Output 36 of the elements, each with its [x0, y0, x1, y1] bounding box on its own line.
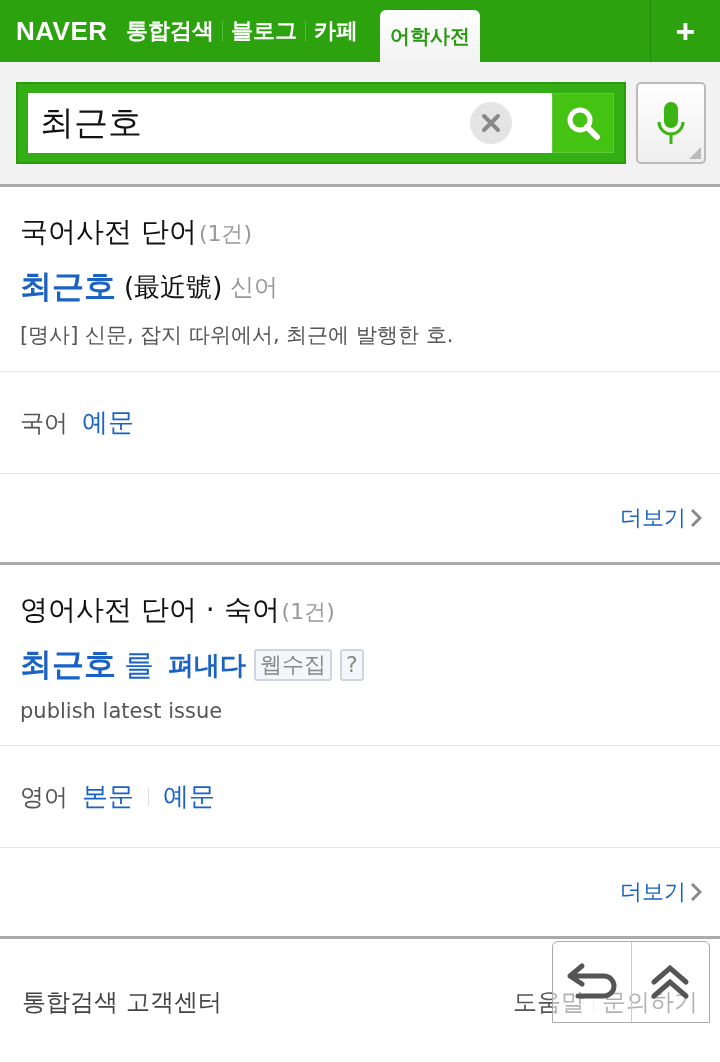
source-badge[interactable]: ? — [340, 649, 364, 681]
chevron-right-icon — [690, 882, 702, 902]
language-label: 영어 — [20, 781, 68, 813]
corner-triangle-icon — [689, 147, 701, 159]
microphone-icon — [655, 100, 687, 146]
nav-tab[interactable]: 어학사전 — [379, 10, 480, 62]
result-count: (1건) — [281, 598, 335, 626]
particle-text: 를 — [124, 645, 154, 684]
section-title: 국어사전 단어 — [20, 214, 197, 250]
nav-tab[interactable]: 카페 — [305, 0, 366, 62]
nav-tab[interactable]: 블로그 — [222, 0, 305, 62]
chevron-right-icon — [690, 508, 702, 528]
phrase-link[interactable]: 펴내다 — [168, 647, 246, 683]
result-count: (1건) — [198, 220, 253, 248]
more-link[interactable]: 더보기 — [620, 503, 702, 533]
hanja-text: (最近號) — [124, 270, 223, 304]
section-title: 영어사전 단어 · 숙어 — [20, 592, 280, 628]
definition-text: [명사] 신문, 잡지 따위에서, 최근에 발행한 호. — [0, 309, 720, 372]
search-button[interactable] — [552, 93, 614, 153]
voice-search-button[interactable] — [636, 82, 706, 164]
section-link[interactable]: 예문 — [82, 405, 134, 440]
source-badge[interactable]: 웹수집 — [254, 649, 332, 681]
section-link[interactable]: 예문 — [163, 779, 215, 814]
naver-logo[interactable]: NAVER — [16, 15, 108, 47]
footer-link[interactable]: 도움말 — [513, 985, 585, 1018]
definition-text: publish latest issue — [0, 687, 720, 746]
section-link[interactable]: 본문 — [82, 779, 134, 814]
language-label: 국어 — [20, 407, 68, 439]
search-icon — [565, 105, 601, 141]
close-icon — [481, 113, 501, 133]
nav-tab[interactable]: 통합검색 — [117, 0, 222, 62]
headword-link[interactable]: 최근호 — [20, 643, 116, 687]
headword-link[interactable]: 최근호 — [20, 265, 116, 309]
more-link[interactable]: 더보기 — [620, 877, 702, 907]
word-tag: 신어 — [230, 271, 279, 303]
footer-title: 통합검색 고객센터 — [22, 986, 222, 1018]
